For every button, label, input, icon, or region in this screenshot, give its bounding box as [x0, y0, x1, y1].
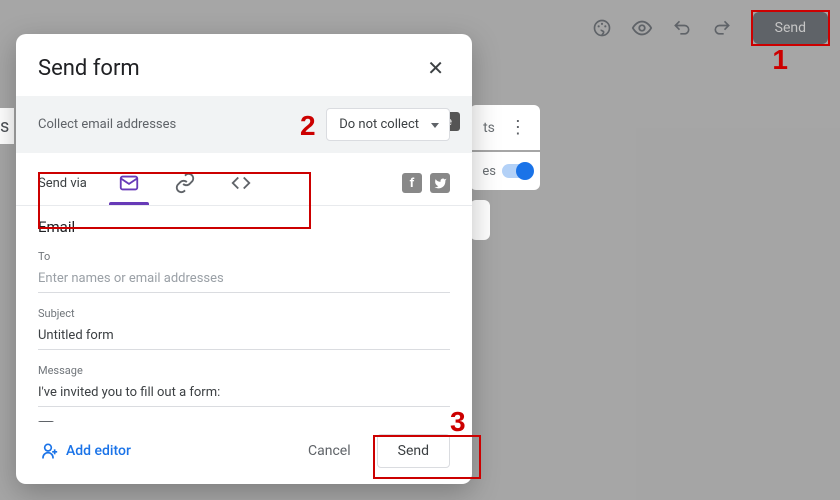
collect-email-row: Collect email addresses Do not collect: [16, 96, 472, 153]
social-share: f: [402, 173, 450, 193]
email-heading: Email: [38, 218, 450, 236]
email-section: Email To Subject Message Include form in…: [16, 206, 472, 422]
annotation-2: 2: [300, 110, 316, 142]
send-via-label: Send via: [38, 176, 87, 191]
to-input[interactable]: [38, 267, 450, 293]
to-label: To: [38, 250, 450, 263]
annotation-3: 3: [450, 406, 466, 438]
bg-panel-toggle: es: [470, 152, 540, 190]
annotation-1: 1: [772, 44, 788, 76]
annotation-box-1: Send: [751, 10, 830, 46]
tab-email[interactable]: [105, 161, 153, 205]
subject-field: Subject: [38, 307, 450, 350]
send-via-row: Send via f: [16, 153, 472, 206]
palette-icon[interactable]: [591, 17, 613, 39]
undo-icon[interactable]: [671, 17, 693, 39]
tab-embed[interactable]: [217, 161, 265, 205]
facebook-icon[interactable]: f: [402, 173, 422, 193]
bg-panel-top: ts ⋮: [470, 105, 540, 150]
modal-footer: Add editor Cancel Send: [16, 422, 472, 484]
add-editor-button[interactable]: Add editor: [38, 441, 131, 461]
cancel-button[interactable]: Cancel: [298, 435, 361, 467]
bg-panel-blank: [470, 200, 490, 240]
modal-header: Send form ✕: [16, 34, 472, 96]
to-field: To: [38, 250, 450, 293]
redo-icon[interactable]: [711, 17, 733, 39]
header-right: Send: [591, 10, 830, 46]
add-editor-label: Add editor: [66, 443, 131, 459]
add-person-icon: [38, 441, 58, 461]
preview-eye-icon[interactable]: [631, 17, 653, 39]
message-label: Message: [38, 364, 450, 377]
send-form-modal: Send form ✕ Close Collect email addresse…: [16, 34, 472, 484]
send-button[interactable]: Send: [377, 434, 450, 468]
bg-left-fragment: s: [0, 108, 14, 144]
message-input[interactable]: [38, 381, 450, 407]
toggle-switch[interactable]: [502, 164, 532, 178]
collect-email-select[interactable]: Do not collect: [326, 108, 450, 141]
modal-title: Send form: [38, 56, 140, 81]
bg-es-fragment: es: [482, 164, 496, 179]
message-field: Message: [38, 364, 450, 407]
tab-link[interactable]: [161, 161, 209, 205]
subject-input[interactable]: [38, 324, 450, 350]
collect-email-label: Collect email addresses: [38, 117, 176, 132]
bg-tab-fragment: ts: [483, 120, 495, 136]
kebab-icon[interactable]: ⋮: [509, 117, 527, 138]
twitter-icon[interactable]: [430, 173, 450, 193]
header-send-button[interactable]: Send: [753, 12, 828, 44]
close-icon[interactable]: ✕: [421, 52, 450, 84]
subject-label: Subject: [38, 307, 450, 320]
